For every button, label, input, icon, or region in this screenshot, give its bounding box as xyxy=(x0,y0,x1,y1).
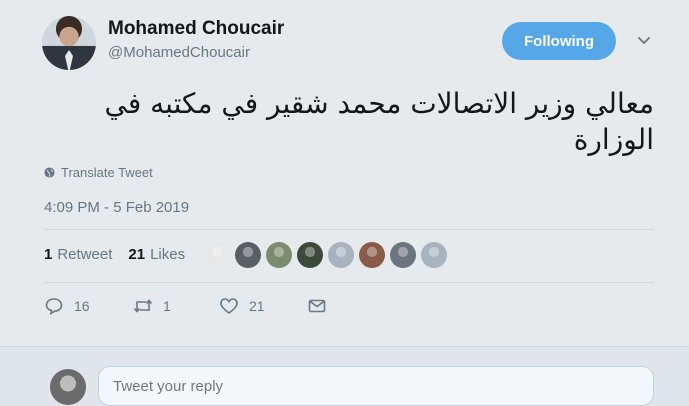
reply-input[interactable] xyxy=(98,366,654,406)
heart-icon xyxy=(220,298,238,315)
envelope-icon xyxy=(308,299,326,313)
translate-tweet-link[interactable]: Translate Tweet xyxy=(44,165,153,180)
retweets-label: Retweet xyxy=(57,246,113,263)
retweets-count: 1 xyxy=(44,246,53,263)
reply-count: 16 xyxy=(74,298,90,314)
author-handle[interactable]: @MohamedChoucair xyxy=(108,44,250,61)
following-button[interactable]: Following xyxy=(502,22,616,60)
like-count: 21 xyxy=(249,298,265,314)
likes-label: Likes xyxy=(150,246,186,263)
like-button[interactable]: 21 xyxy=(219,296,307,316)
tweet-timestamp[interactable]: 4:09 PM - 5 Feb 2019 xyxy=(44,199,189,216)
divider xyxy=(44,229,654,230)
divider xyxy=(44,282,654,283)
globe-icon xyxy=(44,167,55,178)
likes-stat[interactable]: 21 Likes xyxy=(128,246,185,263)
reply-button[interactable]: 16 xyxy=(44,296,133,316)
reply-icon xyxy=(45,298,63,316)
liker-avatar[interactable] xyxy=(421,242,447,268)
tweet-card: Mohamed Choucair @MohamedChoucair Follow… xyxy=(0,0,689,346)
retweet-button[interactable]: 1 xyxy=(133,296,219,316)
liker-avatar[interactable] xyxy=(390,242,416,268)
liker-avatars xyxy=(204,242,447,268)
liker-avatar[interactable] xyxy=(204,242,230,268)
reply-area xyxy=(0,346,689,406)
retweets-stat[interactable]: 1 Retweet xyxy=(44,246,112,263)
author-name[interactable]: Mohamed Choucair xyxy=(108,18,284,40)
tweet-stats: 1 Retweet 21 Likes xyxy=(44,246,201,263)
chevron-down-icon[interactable] xyxy=(636,34,652,48)
tweet-text: معالي وزير الاتصالات محمد شقير في مكتبه … xyxy=(104,87,654,156)
liker-avatar[interactable] xyxy=(359,242,385,268)
liker-avatar[interactable] xyxy=(297,242,323,268)
liker-avatar[interactable] xyxy=(328,242,354,268)
tweet-actions: 16 1 21 xyxy=(44,296,327,316)
author-avatar[interactable] xyxy=(42,16,96,70)
user-avatar xyxy=(50,369,86,405)
translate-label: Translate Tweet xyxy=(61,165,153,180)
likes-count: 21 xyxy=(128,246,146,263)
liker-avatar[interactable] xyxy=(235,242,261,268)
retweet-icon xyxy=(133,299,153,313)
retweet-count: 1 xyxy=(163,298,171,314)
liker-avatar[interactable] xyxy=(266,242,292,268)
direct-message-button[interactable] xyxy=(307,296,327,316)
